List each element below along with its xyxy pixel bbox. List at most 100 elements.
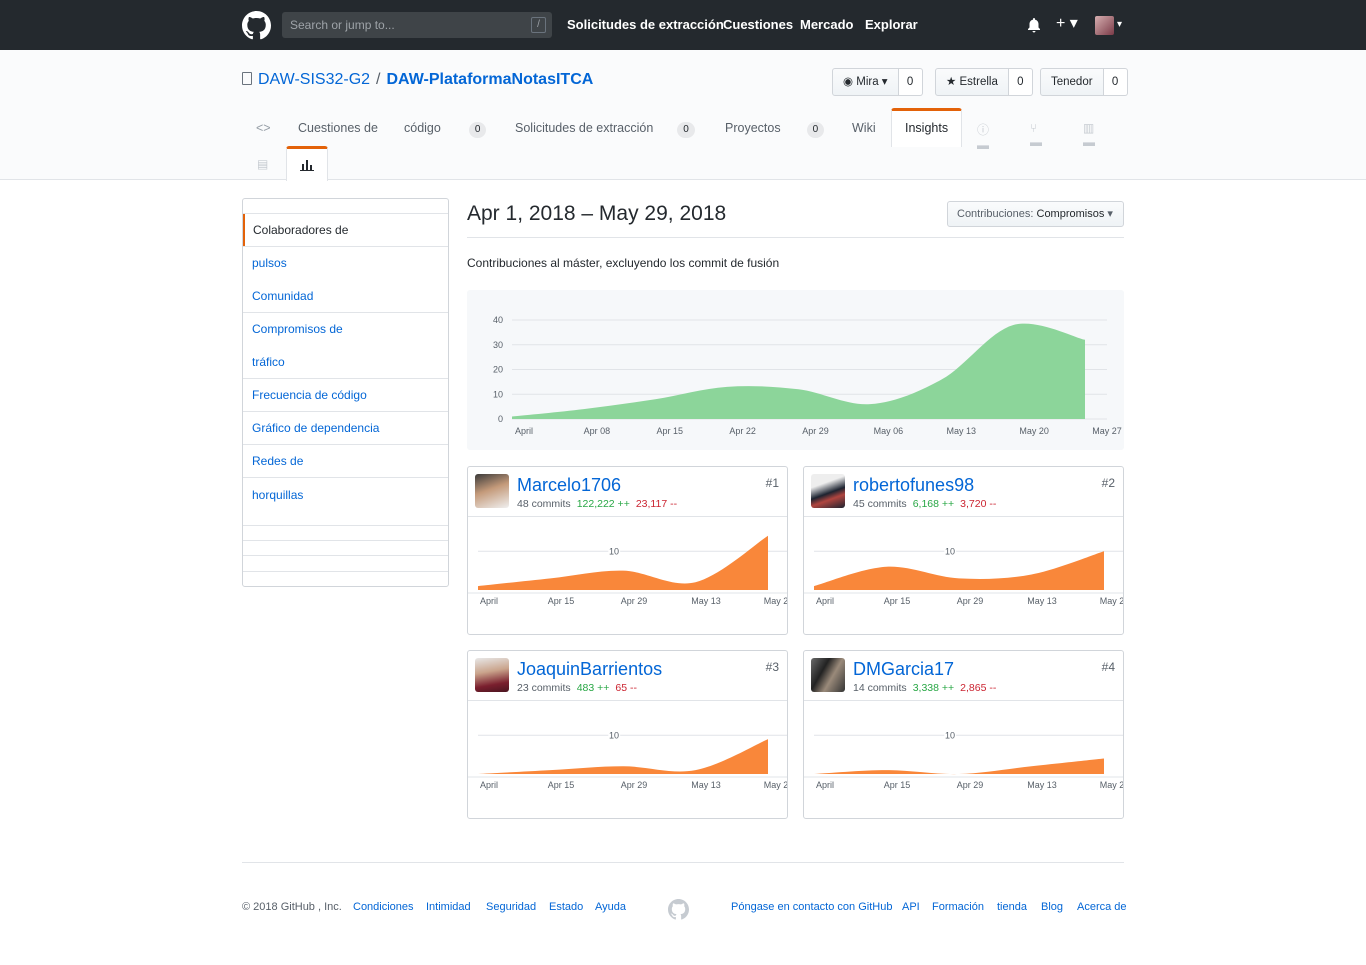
star-count[interactable]: 0 — [1008, 68, 1033, 96]
nav-explore[interactable]: Explorar — [865, 17, 918, 32]
sidebar-item-commits[interactable]: Compromisos de — [243, 322, 448, 336]
contributor-chart: 10 April Apr 15 Apr 29 May 13 May 2 — [804, 729, 1123, 790]
avatar[interactable] — [811, 658, 845, 692]
tab-projects-label: Proyectos — [725, 121, 781, 135]
avatar-caret-icon[interactable]: ▾ — [1117, 19, 1122, 30]
menu-divider — [243, 555, 448, 556]
sidebar-item-pulse[interactable]: pulsos — [243, 256, 448, 270]
fork-count[interactable]: 0 — [1103, 68, 1128, 96]
footer-link-security[interactable]: Seguridad — [486, 901, 536, 913]
code-icon[interactable]: <> — [256, 108, 271, 146]
footer-link-api[interactable]: API — [902, 901, 920, 913]
watch-count[interactable]: 0 — [898, 68, 923, 96]
tab-graph[interactable] — [286, 146, 328, 181]
menu-divider — [243, 477, 448, 478]
search-input[interactable]: Search or jump to... / — [282, 12, 552, 38]
menu-divider — [243, 540, 448, 541]
nav-issues[interactable]: Cuestiones — [723, 17, 793, 32]
footer-link-status[interactable]: Estado — [549, 901, 583, 913]
sidebar-item-contributors[interactable]: Colaboradores de — [243, 214, 448, 246]
repo-title: DAW-SIS32-G2 / DAW-PlataformaNotasITCA — [242, 71, 593, 89]
x-tick-label: Apr 29 — [621, 780, 648, 790]
x-tick-label: April — [480, 780, 498, 790]
y-tick-label: 10 — [945, 730, 955, 740]
sidebar-item-network[interactable]: Redes de — [243, 454, 448, 468]
footer-link-shop[interactable]: tienda — [997, 901, 1027, 913]
y-tick-label: 40 — [493, 315, 503, 325]
x-tick-label: Apr 29 — [957, 780, 984, 790]
contributions-type-select[interactable]: Contribuciones: Compromisos ▾ — [947, 201, 1124, 227]
footer-link-blog[interactable]: Blog — [1041, 901, 1063, 913]
menu-divider — [243, 525, 448, 526]
x-tick-label: April — [816, 596, 834, 606]
chart-subtitle: Contribuciones al máster, excluyendo los… — [467, 256, 780, 270]
tab-pull-requests[interactable]: Solicitudes de extracción 0 — [515, 108, 695, 146]
contributor-name-link[interactable]: DMGarcia17 — [853, 659, 954, 680]
avatar[interactable] — [475, 474, 509, 508]
alert-icon: ⓘ ▬ — [977, 123, 990, 152]
contributor-name-link[interactable]: JoaquinBarrientos — [517, 659, 662, 680]
contributor-rank: #4 — [1101, 660, 1115, 674]
sidebar-item-dependency-graph[interactable]: Gráfico de dependencia — [243, 421, 448, 435]
menu-divider — [243, 571, 448, 572]
menu-divider — [243, 378, 448, 379]
footer-link-help[interactable]: Ayuda — [595, 901, 626, 913]
contributor-area — [814, 758, 1104, 775]
commit-count-link[interactable]: 14 commits — [853, 682, 907, 694]
user-avatar[interactable] — [1095, 16, 1114, 35]
avatar[interactable] — [475, 658, 509, 692]
x-tick-label: Apr 15 — [548, 596, 575, 606]
contributor-chart: 10 April Apr 15 Apr 29 May 13 May 2 — [468, 535, 787, 606]
create-new-dropdown[interactable]: + ▾ — [1056, 13, 1078, 33]
footer-link-training[interactable]: Formación — [932, 901, 984, 913]
repo-name-link[interactable]: DAW-PlataformaNotasITCA — [386, 71, 593, 88]
fork-button-group: Tenedor 0 — [1040, 68, 1128, 96]
tab-code[interactable]: código 0 — [404, 108, 487, 146]
repo-owner-link[interactable]: DAW-SIS32-G2 — [258, 71, 370, 88]
sidebar-item-forks[interactable]: horquillas — [243, 488, 448, 502]
x-tick-label: Apr 15 — [656, 426, 683, 436]
tab-insights[interactable]: Insights — [891, 108, 963, 147]
y-tick-label: 10 — [609, 546, 619, 556]
commit-count-link[interactable]: 48 commits — [517, 498, 571, 510]
tab-projects[interactable]: Proyectos 0 — [725, 108, 825, 146]
contributor-area — [478, 739, 768, 774]
bell-icon[interactable] — [1027, 18, 1041, 33]
footer-link-privacy[interactable]: Intimidad — [426, 901, 471, 913]
commit-count-link[interactable]: 45 commits — [853, 498, 907, 510]
x-tick-label: April — [515, 426, 533, 436]
sidebar-item-community[interactable]: Comunidad — [243, 289, 448, 303]
title-divider — [467, 237, 1124, 238]
tab-issues[interactable]: Cuestiones de — [298, 108, 378, 146]
commit-count-link[interactable]: 23 commits — [517, 682, 571, 694]
contributor-name-link[interactable]: robertofunes98 — [853, 475, 974, 496]
x-tick-label: May 13 — [1027, 596, 1057, 606]
star-button[interactable]: ★ Estrella — [935, 68, 1009, 96]
tab-wiki[interactable]: Wiki — [852, 108, 876, 146]
x-tick-label: May 20 — [1019, 426, 1049, 436]
date-range-title: Apr 1, 2018 – May 29, 2018 — [467, 202, 727, 225]
footer-link-terms[interactable]: Condiciones — [353, 901, 414, 913]
select-prefix: Contribuciones: — [957, 208, 1034, 220]
sidebar-item-code-frequency[interactable]: Frecuencia de código — [243, 388, 448, 402]
nav-marketplace[interactable]: Mercado — [800, 17, 853, 32]
github-footer-logo-icon[interactable] — [668, 899, 689, 920]
contributor-stats: 23 commits 483 ++ 65 -- — [517, 682, 637, 694]
contributor-name-link[interactable]: Marcelo1706 — [517, 475, 621, 496]
repo-separator: / — [376, 71, 381, 88]
x-tick-label: May 27 — [1092, 426, 1122, 436]
watch-button-group: ◉ Mira ▾ 0 — [832, 68, 923, 96]
contributor-card-header: Marcelo1706 #1 48 commits 122,222 ++ 23,11… — [468, 467, 787, 517]
footer-link-contact[interactable]: Póngase en contacto con GitHub — [731, 901, 892, 913]
x-tick-label: May 2 — [764, 780, 787, 790]
nav-pull-requests[interactable]: Solicitudes de extracción — [567, 17, 724, 32]
watch-button[interactable]: ◉ Mira ▾ — [832, 68, 899, 96]
contributions-chart-svg: 0 10 20 30 40 April Apr 08 Apr 15 Apr 22 Apr 29 Ma… — [493, 315, 1122, 436]
fork-button[interactable]: Tenedor — [1040, 68, 1104, 96]
avatar[interactable] — [811, 474, 845, 508]
github-logo-icon[interactable] — [242, 11, 271, 40]
footer-link-about[interactable]: Acerca de — [1077, 901, 1127, 913]
tab-code-label: código — [404, 121, 441, 135]
sidebar-item-traffic[interactable]: tráfico — [243, 355, 448, 369]
additions-count: 3,338 ++ — [912, 682, 955, 694]
